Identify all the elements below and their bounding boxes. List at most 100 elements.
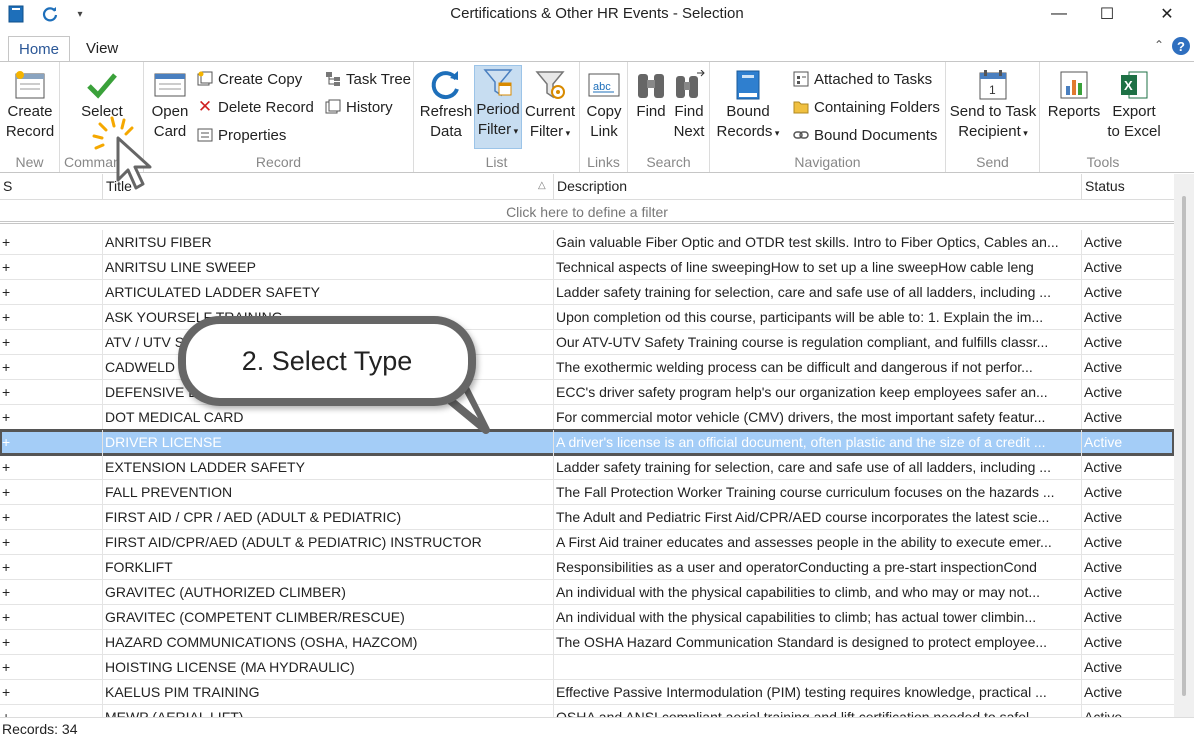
- refresh-data-button[interactable]: Refresh Data: [418, 68, 474, 150]
- table-row[interactable]: + FIRST AID / CPR / AED (ADULT & PEDIATRI…: [0, 505, 1174, 530]
- find-button[interactable]: Find: [632, 68, 670, 150]
- row-expand-toggle[interactable]: +: [0, 405, 102, 430]
- filter-row[interactable]: Click here to define a filter: [0, 200, 1174, 224]
- table-row[interactable]: + MEWP (AERIAL LIFT) OSHA and ANSI complia…: [0, 705, 1174, 717]
- period-filter-button[interactable]: Period Filter ▾: [474, 65, 522, 149]
- cell-status: Active: [1081, 680, 1174, 705]
- bound-records-button[interactable]: Bound Records ▾: [714, 68, 782, 150]
- table-row[interactable]: + CADWELD The exothermic welding process c…: [0, 355, 1174, 380]
- minimize-button[interactable]: —: [1036, 0, 1082, 28]
- find-next-icon: [672, 68, 706, 102]
- group-send: 1 Send to Task Recipient ▾ Send: [946, 62, 1040, 172]
- row-expand-toggle[interactable]: +: [0, 605, 102, 630]
- row-expand-toggle[interactable]: +: [0, 305, 102, 330]
- tab-view[interactable]: View: [76, 36, 128, 63]
- send-to-task-recipient-button[interactable]: 1 Send to Task Recipient ▾: [948, 68, 1038, 150]
- cell-description: Gain valuable Fiber Optic and OTDR test …: [553, 230, 1081, 255]
- vertical-scrollbar[interactable]: [1174, 174, 1194, 717]
- row-expand-toggle[interactable]: +: [0, 330, 102, 355]
- containing-folders-button[interactable]: Containing Folders: [792, 96, 940, 118]
- properties-button[interactable]: Properties: [196, 124, 286, 146]
- table-row[interactable]: + HAZARD COMMUNICATIONS (OSHA, HAZCOM) The…: [0, 630, 1174, 655]
- column-header-description[interactable]: Description: [553, 174, 1081, 200]
- cell-status: Active: [1081, 605, 1174, 630]
- create-copy-button[interactable]: Create Copy: [196, 68, 302, 90]
- row-expand-toggle[interactable]: +: [0, 580, 102, 605]
- column-header-title[interactable]: Title: [102, 174, 553, 200]
- table-row[interactable]: + DOT MEDICAL CARD For commercial motor ve…: [0, 405, 1174, 430]
- table-row[interactable]: + GRAVITEC (COMPETENT CLIMBER/RESCUE) An i…: [0, 605, 1174, 630]
- row-expand-toggle[interactable]: +: [0, 630, 102, 655]
- row-expand-toggle[interactable]: +: [0, 355, 102, 380]
- row-expand-toggle[interactable]: +: [0, 480, 102, 505]
- checkmark-icon: [85, 68, 119, 102]
- find-next-label-2: Next: [673, 123, 705, 140]
- cell-description: The Fall Protection Worker Training cour…: [553, 480, 1081, 505]
- row-expand-toggle[interactable]: +: [0, 230, 102, 255]
- table-row[interactable]: + GRAVITEC (AUTHORIZED CLIMBER) An individ…: [0, 580, 1174, 605]
- task-tree-label: Task Tree: [346, 70, 412, 88]
- cell-status: Active: [1081, 455, 1174, 480]
- cell-title: FALL PREVENTION: [102, 480, 553, 505]
- create-record-button[interactable]: Create Record: [3, 68, 57, 150]
- table-row[interactable]: + ATV / UTV SAFETY Our ATV-UTV Safety Trai…: [0, 330, 1174, 355]
- history-button[interactable]: History: [324, 96, 393, 118]
- table-row[interactable]: + ASK YOURSELF TRAINING Upon completion od…: [0, 305, 1174, 330]
- attached-tasks-icon: [792, 70, 810, 88]
- table-row[interactable]: + FALL PREVENTION The Fall Protection Work…: [0, 480, 1174, 505]
- bound-documents-button[interactable]: Bound Documents: [792, 124, 937, 146]
- cell-description: Our ATV-UTV Safety Training course is re…: [553, 330, 1081, 355]
- tab-home[interactable]: Home: [8, 36, 71, 63]
- row-expand-toggle[interactable]: +: [0, 505, 102, 530]
- new-record-icon: [13, 68, 47, 102]
- column-header-s[interactable]: S: [0, 174, 102, 200]
- table-row[interactable]: + DRIVER LICENSE A driver's license is an …: [0, 429, 1174, 456]
- cell-description: OSHA and ANSI compliant aerial training …: [553, 705, 1081, 717]
- cell-description: Technical aspects of line sweepingHow to…: [553, 255, 1081, 280]
- row-expand-toggle[interactable]: +: [0, 430, 102, 455]
- table-row[interactable]: + ARTICULATED LADDER SAFETY Ladder safety …: [0, 280, 1174, 305]
- collapse-ribbon-icon[interactable]: ⌃: [1154, 38, 1164, 52]
- table-row[interactable]: + HOISTING LICENSE (MA HYDRAULIC) Active: [0, 655, 1174, 680]
- row-expand-toggle[interactable]: +: [0, 555, 102, 580]
- cell-description: Upon completion od this course, particip…: [553, 305, 1081, 330]
- row-expand-toggle[interactable]: +: [0, 680, 102, 705]
- row-expand-toggle[interactable]: +: [0, 255, 102, 280]
- attached-to-tasks-button[interactable]: Attached to Tasks: [792, 68, 932, 90]
- table-row[interactable]: + FIRST AID/CPR/AED (ADULT & PEDIATRIC) I…: [0, 530, 1174, 555]
- table-row[interactable]: + DEFENSIVE DRIVING ECC's driver safety pr…: [0, 380, 1174, 405]
- period-filter-label-1: Period: [476, 101, 520, 118]
- row-expand-toggle[interactable]: +: [0, 530, 102, 555]
- row-expand-toggle[interactable]: +: [0, 280, 102, 305]
- row-expand-toggle[interactable]: +: [0, 655, 102, 680]
- cell-status: Active: [1081, 255, 1174, 280]
- find-next-button[interactable]: Find Next: [670, 68, 708, 150]
- copy-link-button[interactable]: abc Copy Link: [582, 68, 626, 150]
- table-row[interactable]: + EXTENSION LADDER SAFETY Ladder safety tr…: [0, 455, 1174, 480]
- records-count: Records: 34: [2, 721, 78, 737]
- column-header-status[interactable]: Status: [1081, 174, 1174, 200]
- close-button[interactable]: ✕: [1144, 0, 1190, 28]
- current-filter-button[interactable]: Current Filter ▾: [522, 68, 578, 150]
- export-to-excel-button[interactable]: X Export to Excel: [1104, 68, 1164, 150]
- row-expand-toggle[interactable]: +: [0, 380, 102, 405]
- cell-title: ARTICULATED LADDER SAFETY: [102, 280, 553, 305]
- task-tree-button[interactable]: Task Tree: [324, 68, 411, 90]
- row-expand-toggle[interactable]: +: [0, 455, 102, 480]
- maximize-button[interactable]: ☐: [1084, 0, 1130, 28]
- delete-record-button[interactable]: ✕ Delete Record: [196, 96, 314, 118]
- copy-link-label-1: Copy: [586, 103, 622, 120]
- row-expand-toggle[interactable]: +: [0, 705, 102, 717]
- cell-description: Effective Passive Intermodulation (PIM) …: [553, 680, 1081, 705]
- table-row[interactable]: + KAELUS PIM TRAINING Effective Passive In…: [0, 680, 1174, 705]
- cell-title: EXTENSION LADDER SAFETY: [102, 455, 553, 480]
- help-button[interactable]: ?: [1172, 37, 1190, 55]
- cell-status: Active: [1081, 280, 1174, 305]
- table-row[interactable]: + FORKLIFT Responsibilities as a user and …: [0, 555, 1174, 580]
- table-row[interactable]: + ANRITSU FIBER Gain valuable Fiber Optic …: [0, 230, 1174, 255]
- table-row[interactable]: + ANRITSU LINE SWEEP Technical aspects of …: [0, 255, 1174, 280]
- reports-button[interactable]: Reports: [1044, 68, 1104, 150]
- containing-folders-label: Containing Folders: [814, 98, 940, 116]
- card-icon: [153, 68, 187, 102]
- scrollbar-thumb[interactable]: [1182, 196, 1186, 696]
